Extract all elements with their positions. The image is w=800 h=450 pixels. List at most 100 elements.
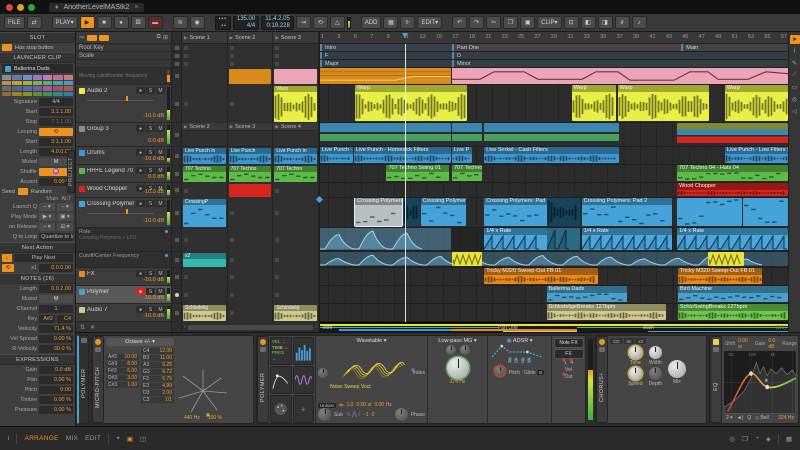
record-arm-button[interactable]: ● bbox=[136, 270, 145, 277]
scene-header[interactable]: ▶Scene 3 bbox=[273, 32, 319, 43]
arranger-track-row[interactable]: Crossing Polymers: Pad 3Crossing Polymer… bbox=[320, 198, 788, 228]
file-menu-button[interactable]: FILE bbox=[4, 16, 25, 29]
expand-all-icon[interactable]: ⧉ bbox=[157, 34, 161, 41]
lfo-modulator[interactable] bbox=[293, 366, 315, 394]
arranger-clip[interactable]: Wood Chopper bbox=[677, 183, 788, 196]
arranger-clip[interactable] bbox=[320, 123, 451, 145]
palette-color[interactable] bbox=[12, 75, 21, 80]
solo-button[interactable]: S bbox=[146, 167, 155, 174]
mute-button[interactable]: M bbox=[156, 167, 165, 174]
palette-color[interactable] bbox=[12, 81, 21, 86]
track-header[interactable]: Drums●SM-10.0 dB bbox=[76, 147, 171, 165]
clip-stop-cell[interactable] bbox=[172, 85, 181, 123]
mute-button[interactable]: M bbox=[156, 87, 165, 94]
add-modulator-slot[interactable]: + bbox=[293, 395, 315, 423]
window-zoom-icon[interactable] bbox=[28, 4, 35, 11]
clip-slot[interactable] bbox=[228, 286, 274, 304]
mixer-view-icon[interactable]: ▦ bbox=[383, 16, 398, 29]
pitch-note-row[interactable]: D#33.00 bbox=[106, 375, 139, 381]
arranger-clip[interactable]: SchloSwingBreaks 127bpm bbox=[678, 304, 788, 320]
palette-color[interactable] bbox=[33, 81, 42, 86]
fader-handle[interactable] bbox=[126, 96, 128, 101]
master-automation-lane[interactable] bbox=[320, 68, 788, 85]
search-icon[interactable]: ◎ bbox=[729, 435, 735, 443]
launcher-clip[interactable] bbox=[229, 69, 272, 84]
view-arrange-button[interactable]: ARRANGE bbox=[24, 435, 58, 442]
env-amount-knob[interactable] bbox=[495, 366, 505, 376]
secondary-display-icon[interactable]: ◨ bbox=[598, 16, 613, 29]
track-header[interactable]: Wood Chopper●SM-10.0 dB bbox=[76, 183, 171, 198]
arranger-clip[interactable]: Live Snrkel - Cash Filters bbox=[484, 147, 619, 163]
arranger-clip[interactable]: Crossing Polymers: Pad 1 bbox=[421, 198, 467, 226]
next-action-toggle[interactable]: ↓ bbox=[2, 254, 12, 262]
palette-color[interactable] bbox=[33, 86, 42, 91]
arranger-clip[interactable]: Live P bbox=[452, 147, 472, 163]
arranger-clip[interactable]: 707 Techno Swing 01 bbox=[386, 165, 449, 181]
pitch-note-row[interactable]: A#310.00 bbox=[106, 354, 139, 360]
arranger-track-row[interactable]: Ballerina DadsBird Machine bbox=[320, 286, 788, 304]
record-arm-button[interactable]: ● bbox=[136, 167, 145, 174]
filter-section[interactable]: Low-pass MG ▾ 374 Hz bbox=[427, 336, 487, 423]
clip-slot[interactable] bbox=[182, 183, 228, 198]
layout-grid-icon[interactable]: ▦ bbox=[786, 435, 792, 443]
clip-slot[interactable]: Schlodelig bbox=[273, 304, 319, 322]
arranger-clip[interactable]: Crossing Polymers: Pad 2 bbox=[484, 198, 547, 226]
notes-panel-icon[interactable]: ▣ bbox=[127, 435, 133, 443]
clip-slot[interactable] bbox=[228, 198, 274, 228]
palette-color[interactable] bbox=[33, 75, 42, 80]
clip-slot[interactable]: 707 Techno bbox=[182, 165, 228, 183]
device-eq[interactable]: EQ Shift0.00 st Gain0.0 dB Range± bbox=[709, 335, 799, 424]
clip-slot[interactable] bbox=[273, 198, 319, 228]
pitch-note-row[interactable]: F36.75 bbox=[141, 376, 174, 382]
arranger-clip[interactable]: Tricky M320 Sweep-Out FB 01 bbox=[678, 268, 762, 284]
pressure-field[interactable]: 0.00 % bbox=[39, 406, 73, 414]
project-close-icon[interactable]: × bbox=[134, 4, 138, 11]
signature-field[interactable]: 4/4 bbox=[39, 98, 73, 106]
clip-name-field[interactable]: Ballerina Dads bbox=[2, 64, 73, 73]
chorus-mode-button[interactable]: x2 bbox=[635, 338, 646, 344]
device-preset-icon[interactable] bbox=[95, 347, 101, 352]
punch-in-button[interactable]: ⇥ bbox=[296, 16, 311, 29]
key-marker[interactable]: D bbox=[452, 52, 461, 59]
track-header[interactable]: Cutoff/Center Frequency bbox=[76, 252, 171, 268]
edit-menu-button[interactable]: EDIT▾ bbox=[417, 16, 442, 29]
clip-stop-cell[interactable] bbox=[172, 268, 181, 286]
clip-slot[interactable] bbox=[273, 131, 319, 146]
clip-slot[interactable]: 707 Techno bbox=[273, 165, 319, 183]
seed-toggle[interactable] bbox=[18, 188, 28, 195]
grid-icon[interactable]: ⊞ bbox=[163, 34, 168, 41]
scale-lane[interactable]: MajorMinor bbox=[320, 60, 788, 68]
scene-play-icon[interactable]: ▶ bbox=[275, 124, 278, 130]
scroll-left-icon[interactable]: ‹ bbox=[184, 324, 186, 330]
copy-icon[interactable]: ❐ bbox=[503, 16, 518, 29]
launch-q-main-dropdown[interactable]: – ▾ bbox=[39, 203, 55, 211]
arranger-clip[interactable]: Warp bbox=[725, 85, 788, 121]
arranger-timeline[interactable]: 1357911131517192123252729313335373941434… bbox=[320, 32, 788, 332]
clip-slot[interactable] bbox=[273, 52, 319, 60]
clip-stop-cell[interactable] bbox=[172, 68, 181, 85]
device-preset-icon[interactable] bbox=[599, 347, 605, 352]
track-header[interactable]: HH+E Legend 707●SM0.0 dB bbox=[76, 165, 171, 183]
clip-stop-cell[interactable] bbox=[172, 44, 181, 52]
view-edit-button[interactable]: EDIT bbox=[85, 435, 101, 442]
device-power-icon[interactable] bbox=[599, 339, 605, 345]
clip-slot[interactable] bbox=[182, 268, 228, 286]
section-marker[interactable]: Main bbox=[681, 44, 698, 51]
io-routing-button[interactable]: ⇄ bbox=[27, 16, 42, 29]
palette-color[interactable] bbox=[43, 81, 52, 86]
device-preset-icon[interactable] bbox=[713, 347, 719, 352]
metronome-button[interactable]: △ bbox=[330, 16, 345, 29]
palette-color[interactable] bbox=[2, 92, 11, 97]
pitch-note-row[interactable]: G#38.00 bbox=[106, 361, 139, 367]
launcher-scrollbar[interactable]: ‹ › bbox=[182, 322, 319, 332]
clip-slot[interactable]: Warp bbox=[273, 85, 319, 123]
pitch-field[interactable]: 0.00 bbox=[39, 386, 73, 394]
dual-panel-icon[interactable]: ◫ bbox=[140, 435, 146, 443]
scene-header[interactable]: ▶Scene 4 bbox=[273, 123, 319, 130]
clip-stop-field[interactable]: 7.1.1.00 bbox=[39, 118, 73, 126]
track-header[interactable]: Polymer●SM-10.0 dB bbox=[76, 286, 171, 304]
pointer-tool-icon[interactable]: ➤ bbox=[790, 35, 800, 44]
solo-button[interactable]: S bbox=[146, 87, 155, 94]
expressions-modulator[interactable]: VEL →TIMB →PRES → bbox=[270, 337, 292, 365]
clip-slot[interactable] bbox=[273, 68, 319, 85]
